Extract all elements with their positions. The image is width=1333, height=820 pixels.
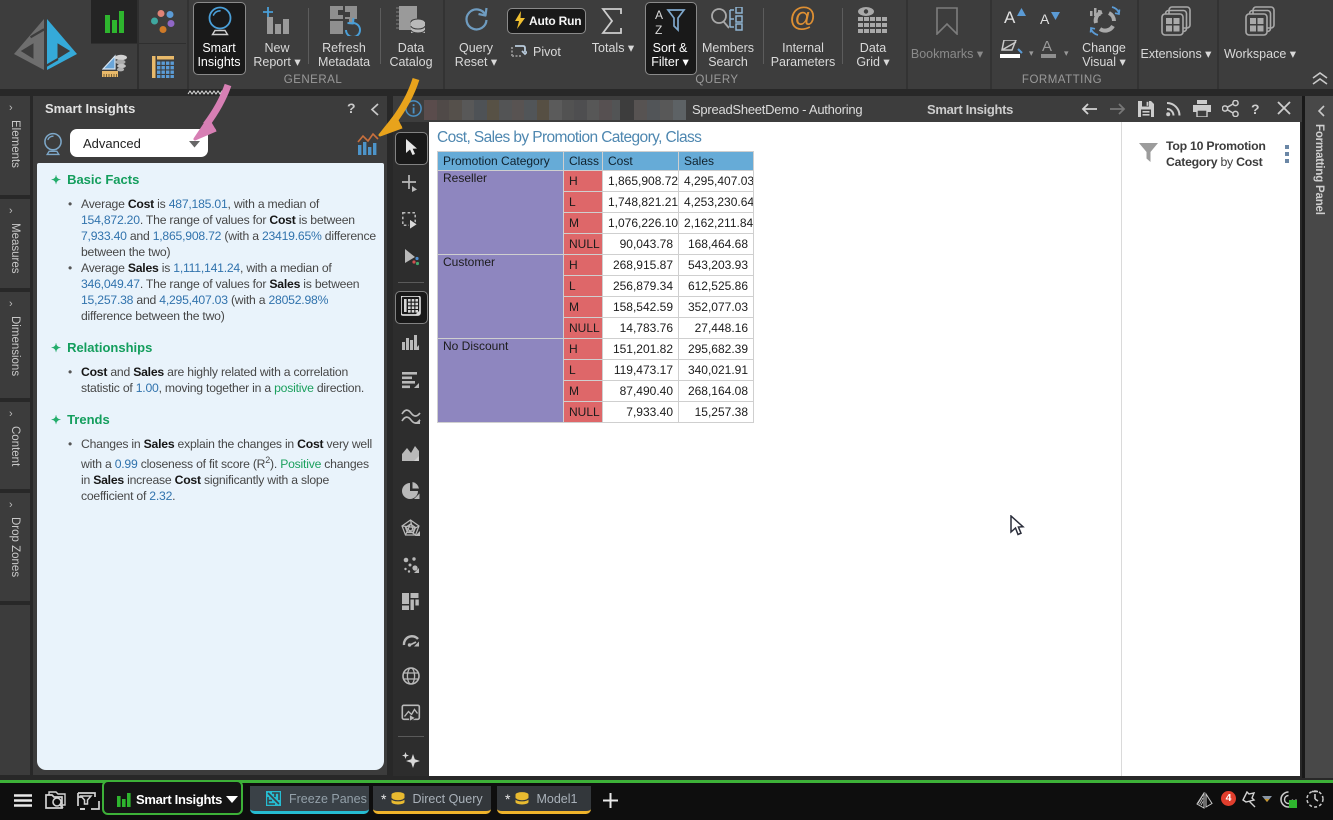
svg-text:A: A: [655, 8, 663, 22]
svg-text:Z: Z: [655, 23, 662, 36]
